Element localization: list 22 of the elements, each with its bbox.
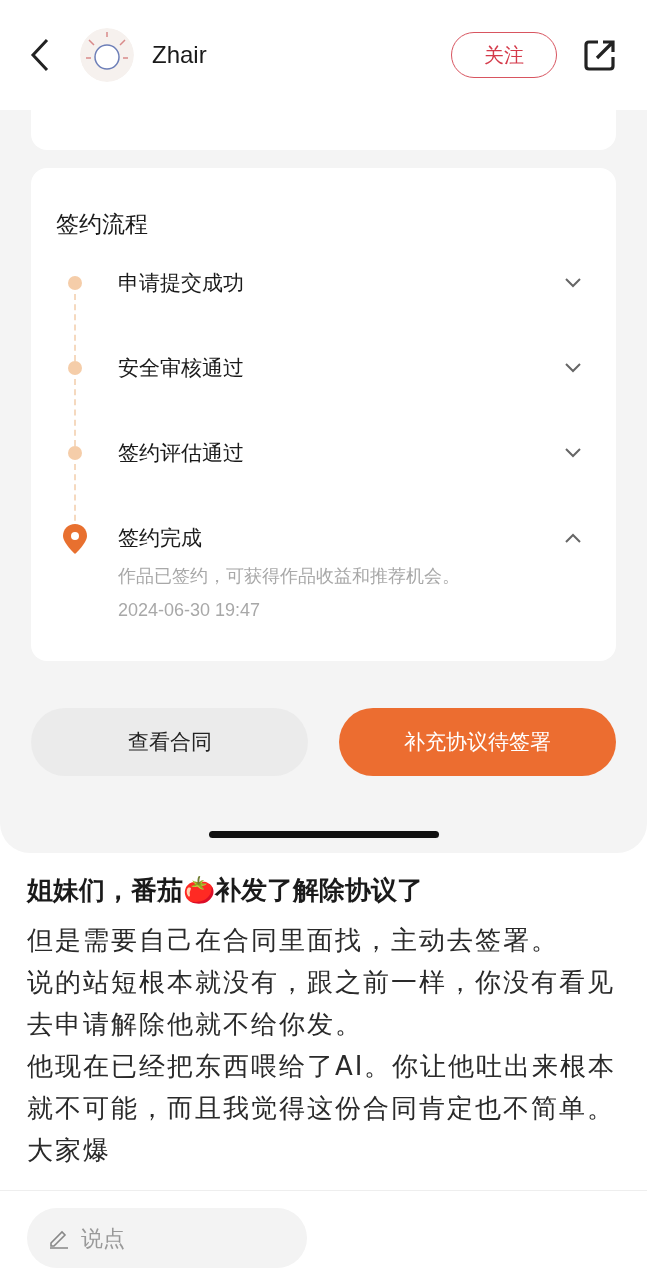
chevron-icon[interactable] — [564, 447, 582, 459]
post-paragraph: 大家爆 — [27, 1134, 112, 1167]
step-title[interactable]: 安全审核通过 — [118, 353, 539, 383]
section-title: 签约流程 — [56, 210, 149, 239]
step-title[interactable]: 签约评估通过 — [118, 438, 539, 468]
step-title[interactable]: 申请提交成功 — [118, 268, 539, 298]
chevron-icon[interactable] — [564, 532, 582, 544]
avatar-icon[interactable] — [80, 28, 134, 82]
contract-button[interactable]: 查看合同 — [31, 708, 308, 776]
chevron-icon[interactable] — [564, 362, 582, 374]
step-title[interactable]: 签约完成 — [118, 523, 539, 553]
step-description: 作品已签约，可获得作品收益和推荐机会。 — [118, 564, 461, 588]
post-paragraph: 他现在已经把东西喂给了AI。你让他吐出来根本就不可能，而且我觉得这份合同肯定也不简单。 — [27, 1050, 618, 1125]
post-paragraph: 但是需要自己在合同里面找，主动去签署。 — [27, 924, 560, 957]
post-title: 姐妹们，番茄🍅补发了解除协议了 — [27, 874, 424, 907]
chevron-icon[interactable] — [564, 277, 582, 289]
comment-field[interactable]: 说点 — [27, 1208, 307, 1268]
post-paragraph: 说的站短根本就没有，跟之前一样，你没有看见去申请解除他就不给你发。 — [27, 966, 616, 1041]
follow-button[interactable]: 关注 — [451, 32, 557, 78]
share-icon[interactable] — [583, 38, 617, 72]
username[interactable]: Zhair — [152, 41, 451, 69]
step-time: 2024-06-30 19:47 — [118, 599, 262, 622]
